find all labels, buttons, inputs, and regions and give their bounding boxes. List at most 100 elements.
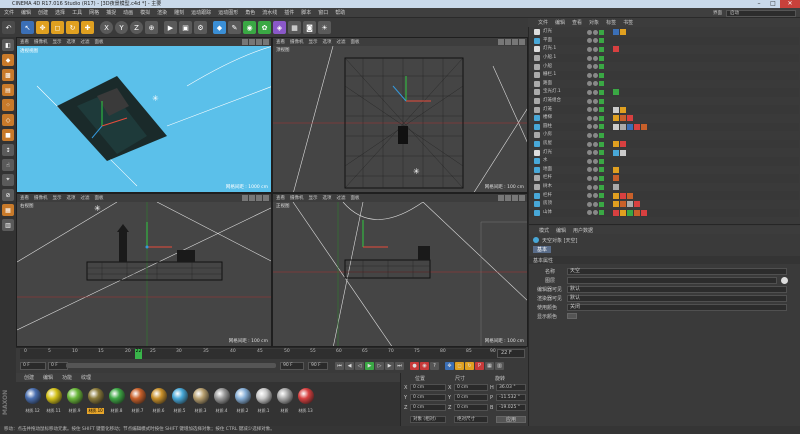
tag-icon[interactable] [620, 201, 626, 208]
visibility-dots[interactable] [587, 98, 605, 104]
preview-start-field[interactable]: 0 F [48, 362, 68, 370]
world-coord-icon[interactable]: ⊕ [145, 21, 158, 34]
vp-menu-view[interactable]: 查看 [276, 39, 285, 45]
y-axis-icon[interactable]: Y [115, 21, 128, 34]
object-tags[interactable] [613, 192, 634, 199]
maximize-icon[interactable]: □ [766, 0, 780, 8]
object-row[interactable]: 灯笼 [529, 105, 799, 114]
menu-item[interactable]: 渲染 [157, 9, 167, 16]
vp-menu-options[interactable]: 选项 [323, 195, 332, 201]
tag-icon[interactable] [620, 192, 626, 199]
tag-icon[interactable] [620, 106, 626, 113]
pos-x-field[interactable]: 0 cm [410, 384, 446, 391]
object-tags[interactable] [613, 141, 627, 148]
key-rotation-icon[interactable]: ↻ [465, 362, 474, 370]
menu-item[interactable]: 捕捉 [106, 9, 116, 16]
vp-menu-filter[interactable]: 过滤 [81, 39, 90, 45]
object-row[interactable]: 宝光灯.1 [529, 88, 799, 97]
axis-mode-icon[interactable]: ↕ [2, 144, 14, 156]
autokey-icon[interactable]: ◉ [420, 362, 429, 370]
obj-menu-bookmarks[interactable]: 书签 [623, 19, 633, 26]
tag-icon[interactable] [641, 209, 647, 216]
tag-icon[interactable] [613, 201, 619, 208]
tag-icon[interactable] [613, 115, 619, 122]
timeline-window-icon[interactable]: ▥ [495, 362, 504, 370]
tag-icon[interactable] [627, 201, 633, 208]
visibility-dots[interactable] [587, 72, 605, 78]
viewport-right[interactable]: 查看 摄像机 显示 选项 过滤 面板 ✳ 右视图 网格间距 : 100 cm [16, 193, 272, 347]
tag-icon[interactable] [613, 123, 619, 130]
render-picture-icon[interactable]: ▣ [179, 21, 192, 34]
subdivision-icon[interactable]: ◉ [243, 21, 256, 34]
visibility-dots[interactable] [587, 55, 605, 61]
visibility-dots[interactable] [587, 81, 605, 87]
viewport-nav-icons[interactable] [241, 194, 269, 201]
obj-menu-view[interactable]: 查看 [572, 19, 582, 26]
visibility-dots[interactable] [587, 29, 605, 35]
array-icon[interactable]: ✿ [258, 21, 271, 34]
visibility-dots[interactable] [587, 89, 605, 95]
pos-z-field[interactable]: 0 cm [410, 404, 446, 411]
menu-item[interactable]: 编辑 [21, 9, 31, 16]
object-row[interactable]: 灯光 [529, 28, 799, 37]
visibility-dots[interactable] [587, 115, 605, 121]
recent-icon[interactable]: ✚ [81, 21, 94, 34]
vp-menu-camera[interactable]: 摄像机 [34, 39, 48, 45]
viewport-nav-icons[interactable] [497, 38, 525, 45]
object-row[interactable]: 房顶 [529, 200, 799, 209]
cube-icon[interactable]: ◆ [213, 21, 226, 34]
vp-menu-view[interactable]: 查看 [20, 195, 29, 201]
vp-menu-panel[interactable]: 面板 [95, 195, 104, 201]
object-row[interactable]: 水 [529, 157, 799, 166]
editor-visible-select[interactable]: 默认 [567, 285, 787, 293]
tag-icon[interactable] [620, 123, 626, 130]
object-row[interactable]: 灯光 [529, 148, 799, 157]
mat-menu-create[interactable]: 创建 [24, 374, 34, 381]
key-pla-icon[interactable]: ▦ [485, 362, 494, 370]
object-tags[interactable] [613, 115, 634, 122]
vp-menu-display[interactable]: 显示 [53, 39, 62, 45]
visibility-dots[interactable] [587, 46, 605, 52]
tag-icon[interactable] [627, 209, 633, 216]
tag-icon[interactable] [613, 184, 619, 191]
object-row[interactable]: 圆柱 [529, 122, 799, 132]
obj-menu-file[interactable]: 文件 [538, 19, 548, 26]
size-z-field[interactable]: 0 cm [454, 404, 488, 411]
key-scale-icon[interactable]: ◻ [455, 362, 464, 370]
object-tags[interactable] [613, 149, 627, 156]
object-row[interactable]: 灯光.1 [529, 45, 799, 54]
object-row[interactable]: 路面 [529, 80, 799, 89]
keyframe-selection-icon[interactable]: ? [430, 362, 439, 370]
grid-icon[interactable]: ▥ [2, 219, 14, 231]
menu-item[interactable]: 插件 [284, 9, 294, 16]
key-param-icon[interactable]: P [475, 362, 484, 370]
attr-tab-basic[interactable]: 基本 [533, 245, 552, 253]
snap-icon[interactable]: ⌖ [2, 174, 14, 186]
visibility-dots[interactable] [587, 38, 605, 44]
end-frame-field[interactable]: 90 F [308, 362, 328, 370]
size-y-field[interactable]: 0 cm [454, 394, 488, 401]
start-frame-field[interactable]: 0 F [20, 362, 46, 370]
pen-icon[interactable]: ✎ [228, 21, 241, 34]
object-row[interactable]: 小房 [529, 131, 799, 140]
object-tags[interactable] [613, 209, 648, 216]
tag-icon[interactable] [627, 123, 633, 130]
layer-link-icon[interactable] [781, 276, 788, 284]
workplane-icon[interactable]: ▤ [2, 84, 14, 96]
next-key-icon[interactable]: ▶ [385, 362, 394, 370]
visibility-dots[interactable] [587, 150, 605, 156]
tag-icon[interactable] [627, 192, 633, 199]
object-tags[interactable] [613, 175, 620, 182]
go-end-icon[interactable]: ⏭ [395, 362, 404, 370]
layer-field[interactable] [567, 276, 777, 284]
viewport-nav-icons[interactable] [497, 194, 525, 201]
vp-menu-view[interactable]: 查看 [276, 195, 285, 201]
visibility-dots[interactable] [587, 175, 605, 181]
viewport-perspective[interactable]: 查看 摄像机 显示 选项 过滤 面板 ✳ 透视视图 网格间距 : 1000 cm [16, 37, 272, 193]
vp-menu-display[interactable]: 显示 [309, 39, 318, 45]
play-icon[interactable]: ▶ [365, 362, 374, 370]
coord-mode-select[interactable]: 对象 (相对) [410, 416, 446, 423]
vp-menu-display[interactable]: 显示 [53, 195, 62, 201]
scale-icon[interactable]: ◻ [51, 21, 64, 34]
object-tags[interactable] [613, 123, 648, 130]
